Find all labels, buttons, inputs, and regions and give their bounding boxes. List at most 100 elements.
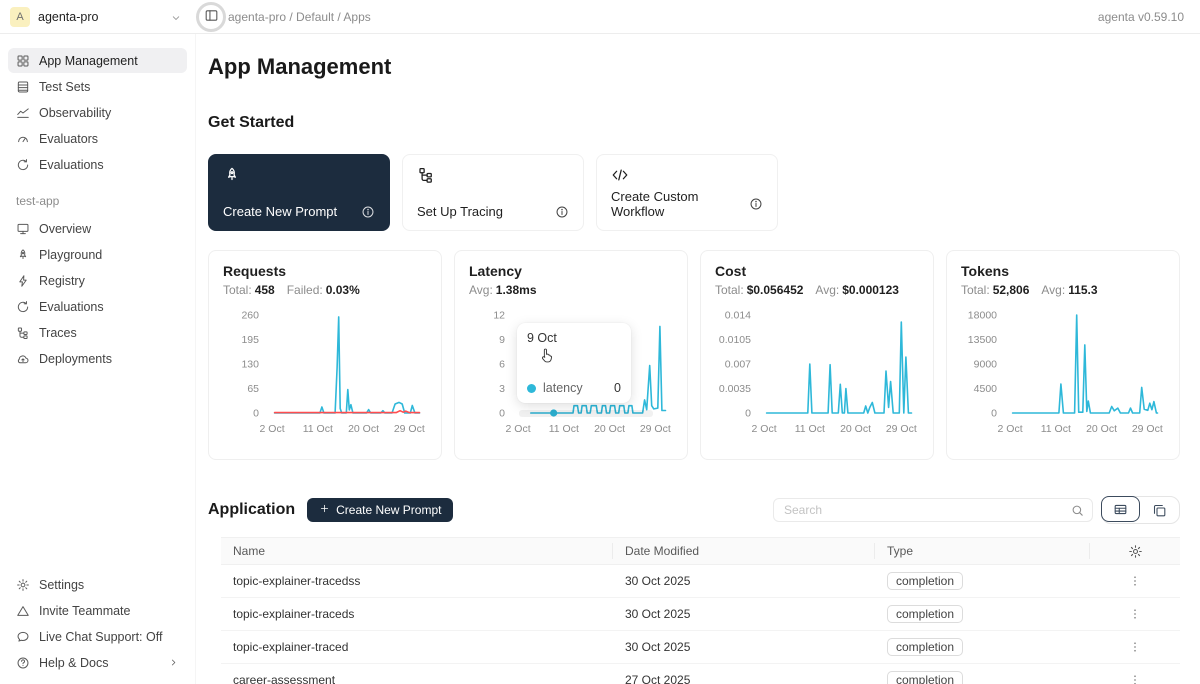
sidebar-footer-item-live-chat-support-off[interactable]: Live Chat Support: Off bbox=[8, 624, 187, 649]
card-label: Create Custom Workflow bbox=[611, 189, 749, 219]
sidebar-item-label: Help & Docs bbox=[39, 656, 108, 670]
search-icon bbox=[1070, 503, 1085, 518]
code-icon bbox=[611, 166, 629, 184]
info-icon[interactable] bbox=[555, 205, 569, 219]
get-started-cards: Create New Prompt Set Up Tracing Create Cu… bbox=[208, 154, 1180, 231]
rocket-icon bbox=[16, 248, 30, 262]
tokens-chart-card: TokensTotal:52,806Avg:115.31800013500900… bbox=[946, 250, 1180, 460]
sidebar-main-nav: App ManagementTest SetsObservability Eval… bbox=[8, 48, 187, 178]
sidebar-item-test-sets[interactable]: Test Sets bbox=[8, 74, 187, 99]
svg-text:20 Oct: 20 Oct bbox=[348, 423, 379, 435]
get-started-card-create-new-prompt[interactable]: Create New Prompt bbox=[208, 154, 390, 231]
chevron-down-icon bbox=[170, 12, 182, 24]
card-label: Create New Prompt bbox=[223, 204, 337, 219]
search-input[interactable] bbox=[773, 498, 1093, 522]
info-icon[interactable] bbox=[749, 197, 763, 211]
breadcrumb-area: agenta-pro / Default / Apps bbox=[196, 2, 371, 32]
sidebar-item-evaluations[interactable]: Evaluations bbox=[8, 152, 187, 177]
stat: Failed:0.03% bbox=[287, 283, 360, 297]
info-icon[interactable] bbox=[361, 205, 375, 219]
stat: Avg:$0.000123 bbox=[815, 283, 899, 297]
svg-text:11 Oct: 11 Oct bbox=[303, 423, 333, 435]
info-icon bbox=[749, 197, 763, 211]
app-date-modified: 27 Oct 2025 bbox=[613, 673, 875, 684]
rocket-icon bbox=[223, 166, 241, 184]
view-switcher bbox=[1101, 496, 1180, 524]
sidebar-item-label: Evaluations bbox=[39, 300, 104, 314]
svg-text:0.007: 0.007 bbox=[725, 359, 751, 371]
table-row[interactable]: topic-explainer-tracedss30 Oct 2025compl… bbox=[221, 565, 1180, 598]
sidebar-app-item-deployments[interactable]: Deployments bbox=[8, 346, 187, 371]
row-actions-button[interactable] bbox=[1125, 637, 1145, 657]
get-started-title: Get Started bbox=[208, 114, 1180, 132]
svg-text:20 Oct: 20 Oct bbox=[1086, 423, 1117, 435]
get-started-card-set-up-tracing[interactable]: Set Up Tracing bbox=[402, 154, 584, 231]
app-date-modified: 30 Oct 2025 bbox=[613, 640, 875, 654]
sidebar-app-item-registry[interactable]: Registry bbox=[8, 268, 187, 293]
tree-icon bbox=[417, 166, 435, 184]
tooltip-date: 9 Oct bbox=[527, 331, 621, 345]
svg-text:0: 0 bbox=[253, 408, 259, 420]
triangle-icon bbox=[16, 604, 30, 618]
sidebar-footer-nav: Settings Invite Teammate Live Chat Support… bbox=[8, 572, 187, 676]
dots-vertical-icon bbox=[1128, 607, 1142, 621]
svg-text:12: 12 bbox=[493, 310, 505, 322]
svg-text:2 Oct: 2 Oct bbox=[752, 423, 777, 435]
panel-icon bbox=[204, 8, 219, 23]
sidebar-item-label: Deployments bbox=[39, 352, 112, 366]
app-name: career-assessment bbox=[221, 673, 613, 684]
table-settings-icon[interactable] bbox=[1125, 541, 1145, 561]
dots-vertical-icon bbox=[1128, 673, 1142, 684]
table-row[interactable]: career-assessment27 Oct 2025completion bbox=[221, 664, 1180, 684]
stat: Avg:115.3 bbox=[1041, 283, 1097, 297]
sidebar-item-app-management[interactable]: App Management bbox=[8, 48, 187, 73]
version-label: agenta v0.59.10 bbox=[1098, 10, 1200, 24]
applications-table: NameDate ModifiedTypetopic-explainer-tra… bbox=[221, 537, 1180, 684]
table-view-button[interactable] bbox=[1101, 496, 1140, 522]
table-row[interactable]: topic-explainer-traced30 Oct 2025complet… bbox=[221, 631, 1180, 664]
svg-text:20 Oct: 20 Oct bbox=[840, 423, 871, 435]
sidebar: App ManagementTest SetsObservability Eval… bbox=[0, 34, 196, 684]
workspace-switcher[interactable]: A agenta-pro bbox=[0, 7, 196, 27]
help-icon bbox=[16, 656, 30, 670]
tooltip-series-label: latency bbox=[543, 381, 583, 395]
info-icon bbox=[361, 205, 375, 219]
search-icon[interactable] bbox=[1070, 503, 1085, 518]
column-header-name: Name bbox=[221, 543, 613, 559]
sidebar-app-item-traces[interactable]: Traces bbox=[8, 320, 187, 345]
app-name: topic-explainer-traceds bbox=[221, 607, 613, 621]
svg-text:13500: 13500 bbox=[968, 334, 997, 346]
row-actions-button[interactable] bbox=[1125, 604, 1145, 624]
sidebar-item-label: Evaluators bbox=[39, 132, 98, 146]
table-row[interactable]: topic-explainer-traceds30 Oct 2025comple… bbox=[221, 598, 1180, 631]
sidebar-app-item-overview[interactable]: Overview bbox=[8, 216, 187, 241]
tablelist-icon bbox=[16, 80, 30, 94]
sidebar-app-item-playground[interactable]: Playground bbox=[8, 242, 187, 267]
svg-text:0.014: 0.014 bbox=[725, 310, 751, 322]
get-started-card-create-custom-workflow[interactable]: Create Custom Workflow bbox=[596, 154, 778, 231]
card-view-button[interactable] bbox=[1140, 497, 1179, 523]
sidebar-app-nav: OverviewPlaygroundRegistry Evaluations Tra… bbox=[8, 216, 187, 372]
svg-text:0.0035: 0.0035 bbox=[719, 383, 751, 395]
sidebar-item-observability[interactable]: Observability bbox=[8, 100, 187, 125]
workspace-name: agenta-pro bbox=[38, 10, 98, 24]
sidebar-footer-item-help-docs[interactable]: Help & Docs bbox=[8, 650, 187, 675]
sidebar-item-label: Evaluations bbox=[39, 158, 104, 172]
row-actions-button[interactable] bbox=[1125, 571, 1145, 591]
row-actions-button[interactable] bbox=[1125, 670, 1145, 684]
sidebar-item-evaluators[interactable]: Evaluators bbox=[8, 126, 187, 151]
create-new-prompt-button[interactable]: Create New Prompt bbox=[307, 498, 453, 522]
sidebar-app-item-evaluations[interactable]: Evaluations bbox=[8, 294, 187, 319]
card-label: Set Up Tracing bbox=[417, 204, 503, 219]
table-view-icon bbox=[1113, 502, 1128, 517]
latency-chart-card: LatencyAvg:1.38ms1296302 Oct11 Oct20 Oct… bbox=[454, 250, 688, 460]
chart-icon bbox=[16, 106, 30, 120]
sidebar-footer-item-invite-teammate[interactable]: Invite Teammate bbox=[8, 598, 187, 623]
svg-text:11 Oct: 11 Oct bbox=[1041, 423, 1071, 435]
sidebar-footer-item-settings[interactable]: Settings bbox=[8, 572, 187, 597]
sidebar-toggle-button[interactable] bbox=[196, 2, 226, 32]
breadcrumb: agenta-pro / Default / Apps bbox=[228, 10, 371, 24]
sidebar-item-label: Invite Teammate bbox=[39, 604, 130, 618]
info-icon bbox=[555, 205, 569, 219]
type-badge: completion bbox=[887, 638, 963, 656]
